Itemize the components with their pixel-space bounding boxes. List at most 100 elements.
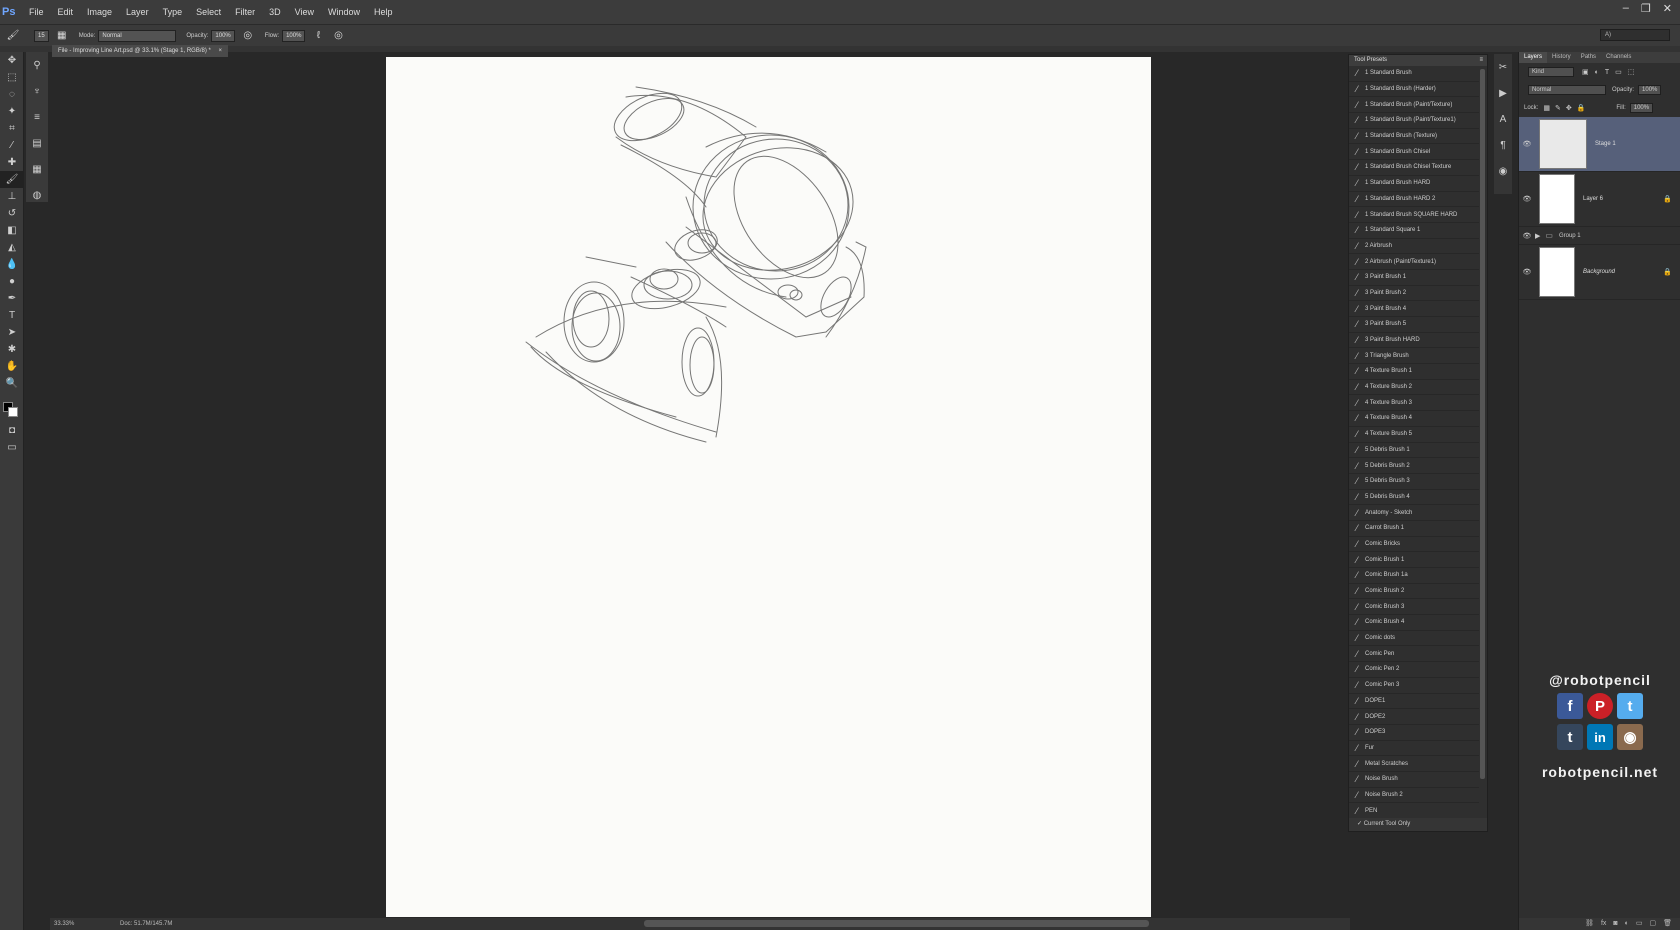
preset-item[interactable]: ⁄ 2 Airbrush (Paint/Texture1): [1349, 254, 1479, 270]
background-color-swatch[interactable]: [8, 407, 18, 417]
canvas-area[interactable]: [50, 57, 1335, 919]
preset-item[interactable]: ⁄ 3 Paint Brush 5: [1349, 317, 1479, 333]
menu-help[interactable]: Help: [367, 7, 400, 17]
airbrush-icon[interactable]: ℓ: [311, 29, 325, 43]
preset-item[interactable]: ⁄ Comic Brush 2: [1349, 584, 1479, 600]
preset-item[interactable]: ⁄ 1 Standard Brush Chisel Texture: [1349, 160, 1479, 176]
healing-brush-tool-icon[interactable]: ✚: [0, 154, 24, 171]
zoom-level[interactable]: 33.33%: [50, 921, 80, 927]
history-brush-tool-icon[interactable]: ↺: [0, 205, 24, 222]
menu-select[interactable]: Select: [189, 7, 228, 17]
preset-item[interactable]: ⁄ Comic Pen: [1349, 646, 1479, 663]
menu-image[interactable]: Image: [80, 7, 119, 17]
preset-item[interactable]: ⁄ 1 Standard Brush (Harder): [1349, 82, 1479, 98]
delete-layer-icon[interactable]: 🗑: [1663, 918, 1672, 930]
link-layers-icon[interactable]: ⛓: [1585, 918, 1594, 930]
properties-panel-icon[interactable]: ≡: [26, 104, 48, 130]
preset-item[interactable]: ⁄ 1 Standard Brush Chisel: [1349, 144, 1479, 161]
color-panel-icon[interactable]: ◍: [26, 182, 48, 208]
preset-item[interactable]: ⁄ 1 Standard Brush HARD: [1349, 176, 1479, 192]
add-mask-icon[interactable]: ◙: [1613, 918, 1617, 930]
menu-file[interactable]: File: [22, 7, 51, 17]
brush-tool-icon[interactable]: 🖌: [0, 171, 24, 188]
preset-item[interactable]: ⁄ 1 Standard Brush (Paint/Texture): [1349, 97, 1479, 114]
layer-row[interactable]: 👁 Stage 1: [1519, 117, 1680, 172]
quick-mask-icon[interactable]: ◘: [0, 422, 24, 439]
flow-input[interactable]: 100%: [282, 29, 306, 42]
brush-panel-toggle-icon[interactable]: ▦: [55, 29, 69, 43]
presets-scrollbar[interactable]: [1480, 69, 1485, 779]
preset-item[interactable]: ⁄ 5 Debris Brush 4: [1349, 490, 1479, 506]
preset-item[interactable]: ⁄ Comic Pen 2: [1349, 662, 1479, 678]
preset-item[interactable]: ⁄ 5 Debris Brush 2: [1349, 458, 1479, 474]
document-close-button[interactable]: ×: [219, 48, 223, 54]
menu-3d[interactable]: 3D: [262, 7, 288, 17]
pressure-opacity-icon[interactable]: ◎: [241, 29, 255, 43]
layer-name[interactable]: Layer 6: [1583, 196, 1603, 202]
screen-mode-icon[interactable]: ▭: [0, 439, 24, 456]
layer-row[interactable]: 👁 Background 🔒: [1519, 245, 1680, 300]
workspace-select[interactable]: A): [1600, 29, 1670, 41]
preset-item[interactable]: ⁄ Comic dots: [1349, 631, 1479, 647]
info-panel-icon[interactable]: ▤: [26, 130, 48, 156]
preset-item[interactable]: ⁄ Comic Brush 1a: [1349, 568, 1479, 584]
crop-tool-icon[interactable]: ⌗: [0, 120, 24, 137]
preset-item[interactable]: ⁄ Anatomy - Sketch: [1349, 505, 1479, 521]
preset-item[interactable]: ⁄ Noise Brush 2: [1349, 788, 1479, 804]
preset-item[interactable]: ⁄ 1 Standard Brush (Texture): [1349, 129, 1479, 145]
layer-opacity-input[interactable]: 100%: [1638, 85, 1662, 95]
preset-item[interactable]: ⁄ 1 Standard Brush HARD 2: [1349, 192, 1479, 208]
adjustment-layer-icon[interactable]: ◐: [1625, 918, 1629, 930]
menu-edit[interactable]: Edit: [51, 7, 81, 17]
preset-item[interactable]: ⁄ Noise Brush: [1349, 772, 1479, 788]
preset-item[interactable]: ⁄ 3 Paint Brush 4: [1349, 301, 1479, 317]
menu-filter[interactable]: Filter: [228, 7, 262, 17]
preset-item[interactable]: ⁄ 1 Standard Brush (Paint/Texture1): [1349, 113, 1479, 129]
new-layer-icon[interactable]: ▢: [1649, 918, 1656, 930]
hand-tool-icon[interactable]: ✋: [0, 358, 24, 375]
zoom-tool-icon[interactable]: 🔍: [0, 375, 24, 392]
brush-preset-panel-icon[interactable]: ⚲: [26, 52, 48, 78]
character-panel-icon[interactable]: A: [1494, 106, 1512, 132]
preset-item[interactable]: ⁄ 4 Texture Brush 5: [1349, 427, 1479, 443]
preset-item[interactable]: ⁄ DOPE1: [1349, 694, 1479, 710]
new-group-icon[interactable]: ▭: [1636, 918, 1643, 930]
restore-button[interactable]: ❐: [1641, 2, 1651, 15]
menu-window[interactable]: Window: [321, 7, 367, 17]
brush-size-picker[interactable]: 15: [34, 29, 49, 42]
clone-stamp-tool-icon[interactable]: ⊥: [0, 188, 24, 205]
layer-name[interactable]: Background: [1583, 269, 1615, 275]
preset-item[interactable]: ⁄ 1 Standard Brush SQUARE HARD: [1349, 207, 1479, 223]
opacity-input[interactable]: 100%: [211, 29, 235, 42]
magic-wand-tool-icon[interactable]: ✦: [0, 103, 24, 120]
swatches-panel-icon[interactable]: ▦: [26, 156, 48, 182]
preset-item[interactable]: ⁄ 3 Triangle Brush: [1349, 348, 1479, 365]
paint-bucket-tool-icon[interactable]: ◭: [0, 239, 24, 256]
layer-row[interactable]: 👁 Layer 6 🔒: [1519, 172, 1680, 227]
preset-item[interactable]: ⁄ Carrot Brush 1: [1349, 521, 1479, 537]
fx-icon[interactable]: fx: [1601, 918, 1606, 930]
tool-presets-panel-icon[interactable]: ✂: [1494, 54, 1512, 80]
eraser-tool-icon[interactable]: ◧: [0, 222, 24, 239]
preset-item[interactable]: ⁄ 4 Texture Brush 2: [1349, 380, 1479, 396]
dodge-tool-icon[interactable]: ●: [0, 273, 24, 290]
layer-name[interactable]: Stage 1: [1595, 141, 1616, 147]
menu-layer[interactable]: Layer: [119, 7, 156, 17]
visibility-eye-icon[interactable]: 👁: [1519, 195, 1535, 203]
brush-tool-icon[interactable]: 🖌: [6, 29, 20, 43]
preset-item[interactable]: ⁄ 1 Standard Square 1: [1349, 223, 1479, 239]
preset-item[interactable]: ⁄ Fur: [1349, 741, 1479, 757]
kind-filter-select[interactable]: Kind: [1528, 67, 1574, 77]
mode-select[interactable]: Normal: [98, 29, 177, 42]
preset-item[interactable]: ⁄ Comic Brush 3: [1349, 599, 1479, 616]
expand-arrow-icon[interactable]: ▶: [1535, 232, 1540, 240]
group-row[interactable]: 👁 ▶ ▭ Group 1: [1519, 227, 1680, 245]
panel-menu-icon[interactable]: ≡: [1479, 55, 1487, 66]
preset-item[interactable]: ⁄ 4 Texture Brush 3: [1349, 395, 1479, 412]
blend-mode-select[interactable]: Normal: [1528, 85, 1606, 95]
shape-tool-icon[interactable]: ✱: [0, 341, 24, 358]
visibility-eye-icon[interactable]: 👁: [1519, 232, 1535, 240]
preset-item[interactable]: ⁄ PEN: [1349, 803, 1479, 818]
clone-source-panel-icon[interactable]: ◉: [1494, 158, 1512, 184]
preset-item[interactable]: ⁄ DOPE3: [1349, 725, 1479, 741]
